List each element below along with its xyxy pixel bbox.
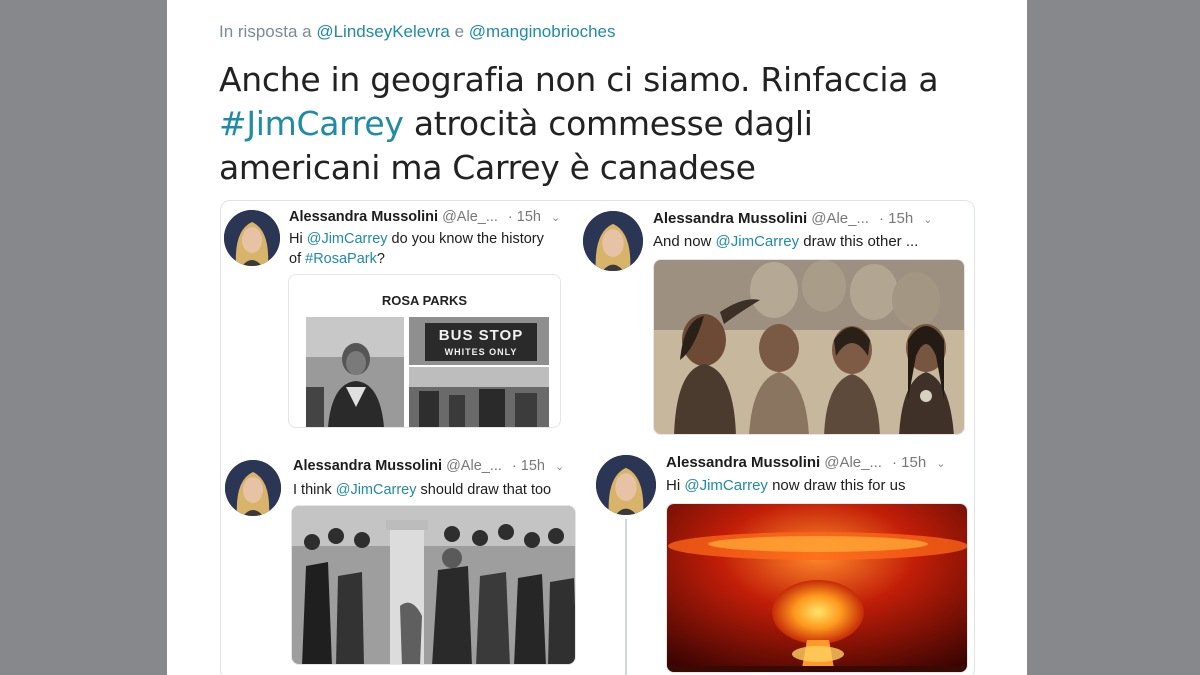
hashtag-jimcarrey[interactable]: #JimCarrey [219,104,404,143]
timestamp[interactable]: · 15h [512,458,545,474]
image-title: ROSA PARKS [381,293,468,308]
tweet-text: Anche in geografia non ci siamo. Rinfacc… [219,58,979,190]
mention-jimcarrey[interactable]: @JimCarrey [336,482,417,498]
mention-jimcarrey[interactable]: @JimCarrey [716,233,800,250]
text-post: now draw this for us [767,477,906,494]
embedded-tweet-1: Alessandra Mussolini @Ale_... · 15h ⌄ Hi @J… [221,201,601,446]
chevron-down-icon[interactable]: ⌄ [923,214,932,226]
rosa-parks-photo [306,317,404,427]
author-name[interactable]: Alessandra Mussolini [666,454,820,471]
tweet-line-1: Anche in geografia non ci siamo. Rinfacc… [219,60,939,99]
avatar [583,211,643,271]
chevron-down-icon[interactable]: ⌄ [936,458,945,470]
reply-mention-lindsey[interactable]: @LindseyKelevra [316,22,450,41]
avatar [224,210,280,266]
author-handle[interactable]: @Ale_... [442,209,498,225]
text-line2-pre: of [289,251,306,267]
text-pre: Hi [666,477,685,494]
text-post: do you know the history [387,231,544,247]
text-line2-post: ? [376,251,385,267]
author-handle[interactable]: @Ale_... [446,458,502,474]
mention-jimcarrey[interactable]: @JimCarrey [684,477,768,494]
tweet-line-3: americani ma Carrey è canadese [219,148,756,187]
historical-crowd-image[interactable] [291,505,576,665]
reply-conjunction: e [454,22,465,41]
tweet-body: And now @JimCarrey draw this other ... [653,232,918,252]
author-handle[interactable]: @Ale_... [811,210,869,227]
hashtag-rosapark[interactable]: #RosaPark [305,251,377,267]
text-pre: Hi [289,231,307,247]
embedded-tweet-4: Alessandra Mussolini @Ale_... · 15h ⌄ Hi @J… [591,446,974,675]
nuclear-explosion-image[interactable] [666,503,968,673]
sign-line-1: BUS STOP [438,327,524,344]
tweet-header: Alessandra Mussolini @Ale_... · 15h ⌄ [293,458,564,474]
text-post: should draw that too [416,482,552,498]
embedded-tweet-2: Alessandra Mussolini @Ale_... · 15h ⌄ And n… [576,201,974,446]
reply-prefix: In risposta a [219,22,312,41]
timestamp[interactable]: · 15h [508,209,541,225]
bus-interior-photo [409,367,549,427]
chevron-down-icon[interactable]: ⌄ [555,461,564,473]
text-pre: And now [653,233,716,250]
tweet-body: I think @JimCarrey should draw that too [293,480,551,500]
tweet-line-2-rest: atrocità commesse dagli [403,104,813,143]
author-name[interactable]: Alessandra Mussolini [289,209,438,225]
quoted-image[interactable]: Alessandra Mussolini @Ale_... · 15h ⌄ Hi @J… [220,200,975,675]
avatar [596,455,656,515]
tweet-header: Alessandra Mussolini @Ale_... · 15h ⌄ [666,454,945,471]
sign-line-2: WHITES ONLY [444,347,518,357]
thread-line [625,519,627,675]
native-chiefs-image[interactable] [653,259,965,435]
text-post: draw this other ... [799,233,919,250]
embedded-tweet-3: Alessandra Mussolini @Ale_... · 15h ⌄ I thi… [221,451,601,675]
tweet-card: In risposta a @LindseyKelevra e @mangino… [167,0,1027,675]
tweet-body: Hi @JimCarrey now draw this for us [666,476,905,496]
reply-mention-mangino[interactable]: @manginobrioches [469,22,616,41]
timestamp[interactable]: · 15h [892,454,926,471]
author-name[interactable]: Alessandra Mussolini [653,210,807,227]
author-handle[interactable]: @Ale_... [824,454,882,471]
tweet-line-2: #JimCarrey atrocità commesse dagli [219,102,979,146]
avatar [225,460,281,516]
tweet-header: Alessandra Mussolini @Ale_... · 15h ⌄ [653,210,932,227]
timestamp[interactable]: · 15h [879,210,913,227]
text-pre: I think [293,482,336,498]
rosa-parks-image[interactable]: ROSA PARKS BUS STOP WHITES ONLY [288,274,561,428]
author-name[interactable]: Alessandra Mussolini [293,458,442,474]
mention-jimcarrey[interactable]: @JimCarrey [307,231,388,247]
tweet-header: Alessandra Mussolini @Ale_... · 15h ⌄ [289,209,560,225]
reply-context: In risposta a @LindseyKelevra e @mangino… [219,22,616,42]
chevron-down-icon[interactable]: ⌄ [551,212,560,224]
tweet-body: Hi @JimCarrey do you know the history of… [289,229,544,269]
